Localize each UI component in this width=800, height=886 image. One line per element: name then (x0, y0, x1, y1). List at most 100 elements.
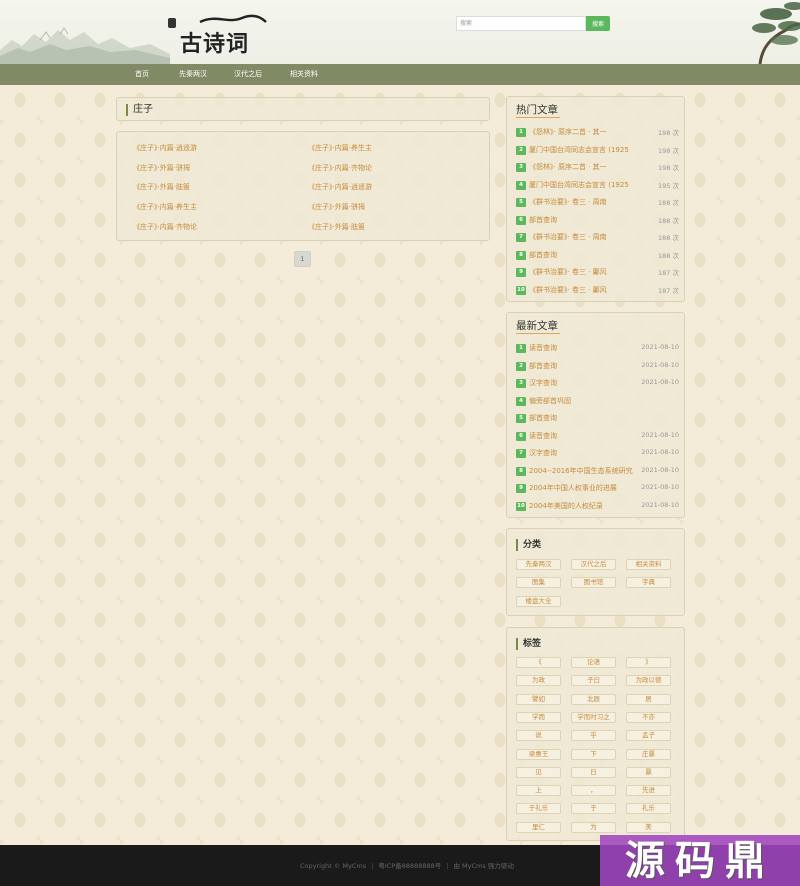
pagination-page-1[interactable]: 1 (294, 251, 311, 267)
hot-article-link[interactable]: 厦门中国台湾同志会宣言 (1925 (529, 145, 647, 155)
article-link[interactable]: 《庄子》·外篇·骈拇 (308, 202, 365, 212)
hot-article-link[interactable]: 部首查询 (529, 250, 647, 260)
latest-article-link[interactable]: 读音查询 (529, 343, 647, 353)
hot-article-row[interactable]: 4 厦门中国台湾同志会宣言 (1925 195 次 (516, 179, 679, 191)
tag-link[interactable]: 《 (516, 657, 561, 668)
rank-badge: 9 (516, 268, 526, 277)
tag-link[interactable]: 譬如 (516, 693, 561, 705)
hot-article-row[interactable]: 8 部首查询 188 次 (516, 249, 679, 261)
article-link[interactable]: 《庄子》·外篇·胠箧 (133, 182, 190, 192)
tag-link[interactable]: 》 (626, 657, 671, 668)
tag-link[interactable]: 为政 (516, 675, 561, 687)
tag-link[interactable]: 暴 (626, 766, 671, 778)
tag-link[interactable]: 下 (571, 748, 616, 760)
latest-article-link[interactable]: 2004年美国的人权纪录 (529, 501, 647, 511)
hot-article-link[interactable]: 《怨林》· 原序二首 · 其一 (529, 127, 647, 137)
article-link[interactable]: 《庄子》·内篇·逍遥游 (133, 143, 197, 153)
site-logo[interactable]: 古诗词网 (168, 12, 268, 64)
latest-article-link[interactable]: 偏旁部首巩固 (529, 396, 647, 406)
tag-link[interactable]: 为 (571, 821, 616, 833)
hot-article-row[interactable]: 6 部首查询 188 次 (516, 214, 679, 226)
footer-icp-link[interactable]: 粤ICP备88888888号 (378, 862, 441, 870)
tag-link[interactable]: 里仁 (516, 821, 561, 833)
nav-item-resources[interactable]: 相关资料 (274, 64, 330, 85)
hot-article-link[interactable]: 部首查询 (529, 215, 647, 225)
nav-item-post-han[interactable]: 汉代之后 (219, 64, 274, 85)
nav-item-home[interactable]: 首页 (123, 64, 161, 85)
search-input[interactable] (456, 16, 586, 31)
tag-link[interactable]: 礼乐 (626, 803, 671, 815)
tag-link[interactable]: 学而时习之 (571, 711, 616, 723)
logo-brush-stroke-icon (199, 14, 267, 24)
latest-article-row[interactable]: 3 汉字查询 2021-08-10 (516, 377, 679, 389)
latest-article-row[interactable]: 4 偏旁部首巩固 (516, 395, 679, 407)
hot-article-row[interactable]: 3 《怨林》· 原序二首 · 其一 198 次 (516, 161, 679, 173)
article-link[interactable]: 《庄子》·外篇·胠箧 (308, 222, 365, 232)
tag-link[interactable]: 庄暴 (626, 748, 671, 760)
category-tag[interactable]: 楼盘大全 (516, 595, 561, 607)
latest-article-link[interactable]: 部首查询 (529, 413, 647, 423)
tag-link[interactable]: 见 (516, 766, 561, 778)
tag-link[interactable]: 学而 (516, 711, 561, 723)
tag-link[interactable]: 子曰 (571, 675, 616, 687)
hot-article-row[interactable]: 1 《怨林》· 原序二首 · 其一 198 次 (516, 126, 679, 138)
hot-article-link[interactable]: 《群书治要》· 卷三 · 鄘风 (529, 267, 647, 277)
latest-article-row[interactable]: 2 部首查询 2021-08-10 (516, 360, 679, 372)
tag-link[interactable]: 论语 (571, 657, 616, 668)
search-button[interactable]: 搜索 (586, 16, 610, 31)
tag-link[interactable]: 为政以德 (626, 675, 671, 687)
mountain-landscape-decoration (0, 27, 170, 64)
tag-link[interactable]: 不亦 (626, 711, 671, 723)
latest-article-row[interactable]: 9 2004年中国人权事业的进展 2021-08-10 (516, 482, 679, 494)
latest-article-row[interactable]: 8 2004--2016年中国生态系统研究 2021-08-10 (516, 465, 679, 477)
hot-article-link[interactable]: 《群书治要》· 卷三 · 鄘风 (529, 285, 647, 295)
article-link[interactable]: 《庄子》·内篇·养生主 (133, 202, 197, 212)
hot-article-row[interactable]: 7 《群书治要》· 卷三 · 周南 188 次 (516, 231, 679, 243)
category-tag[interactable]: 图书馆 (571, 577, 616, 589)
tag-link[interactable]: 孟子 (626, 730, 671, 742)
tag-link[interactable]: 先进 (626, 785, 671, 797)
latest-article-link[interactable]: 汉字查询 (529, 378, 647, 388)
category-tag[interactable]: 字典 (626, 577, 671, 589)
article-link[interactable]: 《庄子》·内篇·齐物论 (133, 222, 197, 232)
hot-article-link[interactable]: 《群书治要》· 卷三 · 周南 (529, 197, 647, 207)
latest-article-row[interactable]: 6 读音查询 2021-08-10 (516, 430, 679, 442)
tag-link[interactable]: 上 (516, 785, 561, 797)
nav-item-pre-qin[interactable]: 先秦两汉 (161, 64, 219, 85)
tag-link[interactable]: 美 (626, 821, 671, 833)
heading-underline (516, 117, 560, 118)
tag-link[interactable]: 于礼乐 (516, 803, 561, 815)
article-link[interactable]: 《庄子》·内篇·齐物论 (308, 163, 372, 173)
hot-article-link[interactable]: 厦门中国台湾同志会宣言 (1925 (529, 180, 647, 190)
tag-link[interactable]: ， (571, 785, 616, 797)
tag-link[interactable]: 说 (516, 730, 561, 742)
article-link[interactable]: 《庄子》·内篇·养生主 (308, 143, 372, 153)
latest-article-link[interactable]: 读音查询 (529, 431, 647, 441)
hot-article-row[interactable]: 2 厦门中国台湾同志会宣言 (1925 198 次 (516, 144, 679, 156)
tag-link[interactable]: 乎 (571, 730, 616, 742)
latest-article-row[interactable]: 7 汉字查询 2021-08-10 (516, 447, 679, 459)
category-tag[interactable]: 先秦两汉 (516, 559, 561, 570)
latest-article-row[interactable]: 5 部首查询 (516, 412, 679, 424)
tag-link[interactable]: 居 (626, 693, 671, 705)
tag-link[interactable]: 梁惠王 (516, 748, 561, 760)
latest-article-row[interactable]: 1 读音查询 2021-08-10 (516, 342, 679, 354)
hot-article-row[interactable]: 9 《群书治要》· 卷三 · 鄘风 187 次 (516, 266, 679, 278)
tag-link[interactable]: 曰 (571, 766, 616, 778)
hot-article-row[interactable]: 10 《群书治要》· 卷三 · 鄘风 187 次 (516, 284, 679, 296)
hot-article-row[interactable]: 5 《群书治要》· 卷三 · 周南 188 次 (516, 196, 679, 208)
hot-article-link[interactable]: 《怨林》· 原序二首 · 其一 (529, 162, 647, 172)
category-tag[interactable]: 相关资料 (626, 559, 671, 570)
category-tag[interactable]: 汉代之后 (571, 559, 616, 570)
latest-article-link[interactable]: 2004--2016年中国生态系统研究 (529, 466, 647, 476)
article-link[interactable]: 《庄子》·外篇·骈拇 (133, 163, 190, 173)
article-link[interactable]: 《庄子》·内篇·逍遥游 (308, 182, 372, 192)
category-tag[interactable]: 图集 (516, 577, 561, 589)
latest-article-row[interactable]: 10 2004年美国的人权纪录 2021-08-10 (516, 500, 679, 512)
latest-article-link[interactable]: 汉字查询 (529, 448, 647, 458)
hot-article-link[interactable]: 《群书治要》· 卷三 · 周南 (529, 232, 647, 242)
tag-link[interactable]: 于 (571, 803, 616, 815)
latest-article-link[interactable]: 部首查询 (529, 361, 647, 371)
latest-article-link[interactable]: 2004年中国人权事业的进展 (529, 483, 647, 493)
tag-link[interactable]: 北辰 (571, 693, 616, 705)
